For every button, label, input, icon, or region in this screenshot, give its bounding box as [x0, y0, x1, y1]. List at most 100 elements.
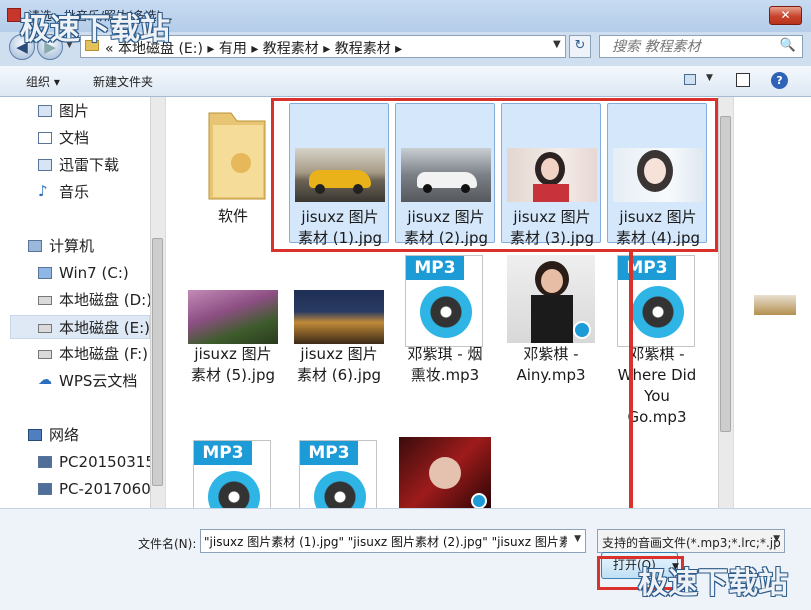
- nav-item-computer[interactable]: 计算机: [0, 234, 150, 258]
- new-folder-button[interactable]: 新建文件夹: [93, 73, 153, 90]
- mp3-file-item[interactable]: [395, 437, 495, 508]
- nav-item-pictures[interactable]: 图片: [0, 99, 150, 123]
- music-badge-icon: [573, 321, 591, 339]
- mp3-badge: MP3: [300, 441, 358, 465]
- preview-pane-icon[interactable]: [736, 73, 750, 87]
- nav-item-label: 本地磁盘 (E:): [59, 319, 151, 337]
- file-label: Ainy.mp3: [516, 366, 586, 384]
- album-art-thumbnail: [399, 437, 491, 508]
- mp3-file-icon: MP3: [299, 440, 377, 508]
- file-label: jisuxz 图片: [194, 345, 272, 363]
- nav-item-network-pc[interactable]: PC20150315: [0, 450, 155, 474]
- disc-icon: [314, 471, 366, 508]
- disc-icon: [208, 471, 260, 508]
- folder-icon: [208, 112, 266, 200]
- drive-icon: [38, 296, 52, 305]
- nav-item-label: 本地磁盘 (F:): [59, 345, 148, 363]
- nav-item-drive-e[interactable]: 本地磁盘 (E:): [10, 315, 150, 339]
- mp3-badge: MP3: [618, 256, 676, 280]
- file-label: Go.mp3: [627, 408, 687, 426]
- folder-item[interactable]: 软件: [183, 103, 283, 243]
- close-button[interactable]: ✕: [769, 6, 802, 25]
- search-input[interactable]: [600, 36, 780, 57]
- computer-icon: [38, 483, 52, 495]
- mp3-file-icon: MP3: [405, 255, 483, 347]
- music-badge-icon: [471, 493, 487, 508]
- nav-item-label: 音乐: [59, 183, 90, 201]
- mp3-badge: MP3: [406, 256, 464, 280]
- filename-field[interactable]: [201, 530, 569, 552]
- file-label: 邓紫棋 -: [629, 345, 685, 363]
- selection-highlight-box: [271, 98, 718, 252]
- chevron-down-icon[interactable]: ▼: [773, 534, 780, 544]
- help-icon[interactable]: ?: [771, 72, 788, 89]
- filetype-value: 支持的音画文件(*.mp3;*.lrc;*.jp: [602, 536, 781, 550]
- search-icon[interactable]: 🔍: [780, 38, 796, 53]
- chevron-down-icon[interactable]: ▼: [553, 39, 561, 50]
- nav-item-network[interactable]: 网络: [0, 423, 150, 447]
- mp3-badge: MP3: [194, 441, 252, 465]
- nav-scroll-thumb[interactable]: [152, 238, 163, 486]
- mp3-file-item[interactable]: MP3: [183, 440, 283, 508]
- music-icon: ♪: [38, 182, 48, 200]
- image-thumbnail: [294, 290, 384, 344]
- nav-item-label: WPS云文档: [59, 372, 138, 390]
- file-label: Where Did: [617, 366, 697, 384]
- nav-item-drive-f[interactable]: 本地磁盘 (F:): [0, 342, 150, 366]
- file-label: 素材 (5).jpg: [191, 366, 275, 384]
- refresh-button[interactable]: ↻: [569, 35, 591, 58]
- watermark: 极速下载站: [20, 12, 170, 47]
- nav-item-label: 网络: [49, 426, 80, 444]
- cloud-icon: ☁: [38, 372, 52, 388]
- windows-drive-icon: [38, 267, 52, 279]
- image-thumbnail: [188, 290, 278, 344]
- nav-item-network-pc[interactable]: PC-2017060: [0, 477, 151, 501]
- network-icon: [28, 429, 42, 441]
- nav-item-label: Win7 (C:): [59, 264, 129, 282]
- download-folder-icon: [38, 159, 52, 171]
- chevron-down-icon[interactable]: ▼: [706, 73, 713, 83]
- mp3-file-item[interactable]: MP3: [289, 440, 389, 508]
- mp3-file-item[interactable]: MP3 邓紫棋 - Where Did You Go.mp3: [607, 255, 707, 435]
- image-file-item[interactable]: jisuxz 图片 素材 (5).jpg: [183, 248, 283, 398]
- computer-icon: [38, 456, 52, 468]
- file-label: You: [644, 387, 670, 405]
- nav-item-label: 本地磁盘 (D:): [59, 291, 153, 309]
- nav-item-label: 文档: [59, 129, 90, 147]
- nav-item-wps-cloud[interactable]: ☁ WPS云文档: [0, 369, 150, 393]
- nav-item-label: 图片: [59, 102, 90, 120]
- file-label: jisuxz 图片: [300, 345, 378, 363]
- chevron-down-icon[interactable]: ▼: [574, 534, 581, 544]
- mp3-file-item[interactable]: 邓紫棋 - Ainy.mp3: [501, 255, 601, 405]
- nav-item-label: 计算机: [49, 237, 95, 255]
- file-label: 软件: [217, 207, 248, 225]
- nav-item-drive-d[interactable]: 本地磁盘 (D:): [0, 288, 153, 312]
- nav-item-documents[interactable]: 文档: [0, 126, 150, 150]
- file-label: 邓紫棋 -: [523, 345, 579, 363]
- nav-item-label: 迅雷下载: [59, 156, 120, 174]
- annotation-arrow: [629, 252, 633, 524]
- file-label: 熏妆.mp3: [410, 366, 480, 384]
- nav-item-downloads[interactable]: 迅雷下载: [0, 153, 150, 177]
- app-icon: [7, 8, 21, 22]
- search-box[interactable]: 🔍: [599, 35, 803, 58]
- filename-combo[interactable]: ▼: [200, 529, 586, 553]
- preview-image: [754, 295, 796, 315]
- drive-icon: [38, 324, 52, 333]
- file-label: 邓紫琪 - 烟: [407, 345, 483, 363]
- nav-item-music[interactable]: ♪ 音乐: [0, 180, 150, 204]
- pictures-icon: [38, 105, 52, 117]
- filetype-select[interactable]: 支持的音画文件(*.mp3;*.lrc;*.jp ▼: [597, 529, 785, 553]
- album-art-thumbnail: [507, 255, 595, 343]
- drive-icon: [38, 350, 52, 359]
- documents-icon: [38, 132, 52, 144]
- nav-item-drive-c[interactable]: Win7 (C:): [0, 261, 150, 285]
- toolbar: 组织 ▾ 新建文件夹 ▼ ?: [0, 66, 811, 97]
- image-file-item[interactable]: jisuxz 图片 素材 (6).jpg: [289, 248, 389, 398]
- mp3-file-item[interactable]: MP3 邓紫琪 - 烟 熏妆.mp3: [395, 255, 495, 405]
- nav-item-label: PC20150315: [59, 453, 155, 471]
- mp3-file-icon: MP3: [193, 440, 271, 508]
- organize-button[interactable]: 组织 ▾: [26, 73, 60, 90]
- file-scroll-thumb[interactable]: [720, 116, 731, 432]
- view-options-icon[interactable]: [684, 74, 696, 85]
